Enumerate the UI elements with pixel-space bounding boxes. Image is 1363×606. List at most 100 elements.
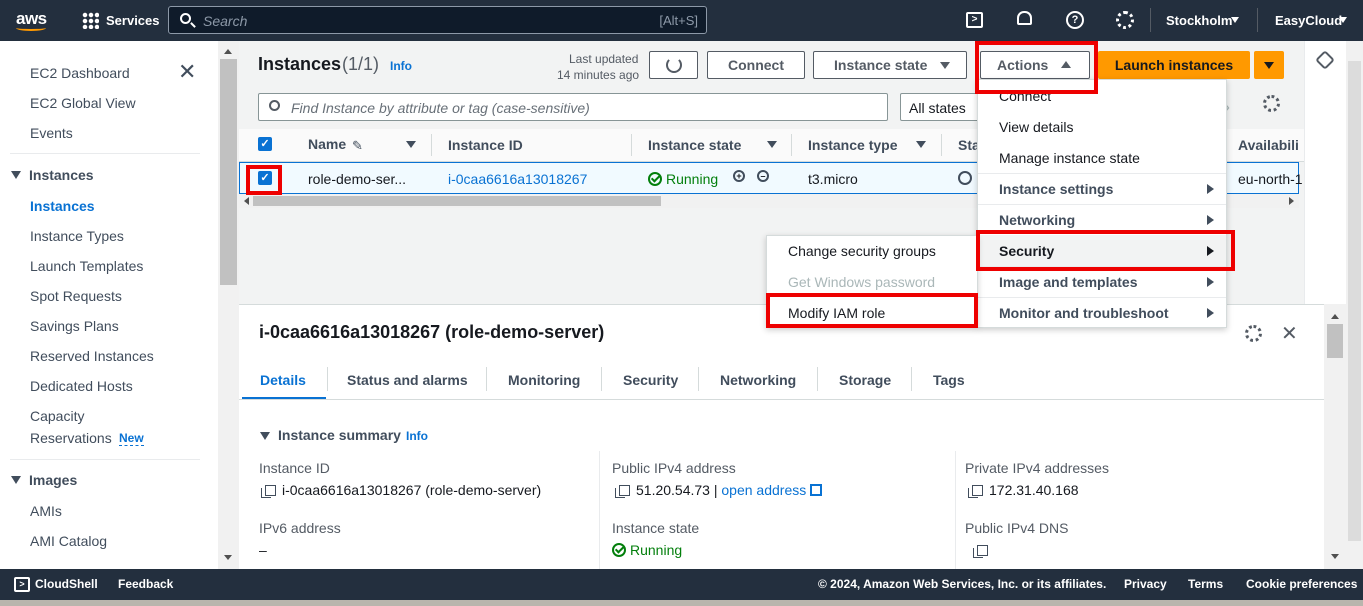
- copy-icon[interactable]: [968, 485, 983, 498]
- sidebar-item-instances[interactable]: Instances: [30, 198, 95, 214]
- panel-settings-icon[interactable]: [1315, 50, 1335, 70]
- sort-icon[interactable]: [916, 141, 926, 148]
- clock-icon: [958, 171, 972, 185]
- details-scrollbar[interactable]: [1324, 304, 1346, 569]
- preferences-gear-icon[interactable]: [1263, 95, 1280, 112]
- hscroll-thumb[interactable]: [253, 196, 661, 206]
- sidebar-section-instances[interactable]: Instances: [29, 167, 94, 183]
- terms-link[interactable]: Terms: [1188, 577, 1223, 591]
- scroll-down-icon[interactable]: [224, 555, 232, 560]
- scroll-right-icon[interactable]: [1289, 197, 1294, 205]
- menu-item-view-details[interactable]: View details: [999, 119, 1073, 135]
- column-instance-type[interactable]: Instance type: [808, 137, 897, 153]
- copy-icon[interactable]: [973, 545, 988, 558]
- cloudshell-icon[interactable]: >: [14, 577, 30, 592]
- details-scroll-thumb[interactable]: [1327, 324, 1343, 358]
- scroll-left-icon[interactable]: [244, 197, 249, 205]
- column-availability[interactable]: Availabili: [1238, 137, 1299, 153]
- caret-down-icon: [940, 62, 950, 69]
- tab-monitoring[interactable]: Monitoring: [508, 372, 580, 388]
- caret-down-icon[interactable]: [11, 171, 21, 179]
- filter-input[interactable]: Find Instance by attribute or tag (case-…: [258, 93, 888, 121]
- select-all-checkbox[interactable]: ✓: [258, 137, 272, 151]
- help-icon[interactable]: ?: [1066, 11, 1084, 29]
- account-menu[interactable]: EasyCloud: [1275, 13, 1342, 28]
- sidebar-item-spot-requests[interactable]: Spot Requests: [30, 288, 122, 304]
- sidebar-item-events[interactable]: Events: [30, 125, 73, 141]
- column-instance-state[interactable]: Instance state: [648, 137, 741, 153]
- services-menu[interactable]: Services: [106, 13, 160, 28]
- gear-icon[interactable]: [1116, 11, 1134, 29]
- sidebar-item-reservations[interactable]: Reservations: [30, 430, 112, 446]
- open-address-link[interactable]: open address: [721, 482, 806, 498]
- copy-icon[interactable]: [261, 485, 276, 498]
- sidebar-scroll-thumb[interactable]: [220, 59, 237, 285]
- sort-icon[interactable]: [406, 141, 416, 148]
- launch-instances-button[interactable]: Launch instances: [1098, 51, 1250, 79]
- cloudshell-link[interactable]: CloudShell: [35, 577, 98, 591]
- zoom-in-icon[interactable]: +: [733, 170, 745, 182]
- scroll-up-icon[interactable]: [224, 49, 232, 54]
- account-chevron-icon: [1339, 17, 1347, 23]
- states-filter-select[interactable]: All states: [900, 93, 980, 121]
- row-instance-id[interactable]: i-0caa6616a13018267: [448, 171, 587, 187]
- menu-item-image-templates[interactable]: Image and templates: [999, 274, 1138, 290]
- sidebar-item-ec2-dashboard[interactable]: EC2 Dashboard: [30, 65, 130, 81]
- column-instance-id[interactable]: Instance ID: [448, 137, 523, 153]
- sidebar-item-savings-plans[interactable]: Savings Plans: [30, 318, 119, 334]
- sidebar-item-dedicated-hosts[interactable]: Dedicated Hosts: [30, 378, 133, 394]
- instance-id-value[interactable]: i-0caa6616a13018267 (role-demo-server): [261, 482, 541, 498]
- feedback-link[interactable]: Feedback: [118, 577, 173, 591]
- caret-down-icon[interactable]: [260, 432, 270, 440]
- menu-item-instance-settings[interactable]: Instance settings: [999, 181, 1113, 197]
- grid-icon[interactable]: [82, 12, 99, 29]
- refresh-button[interactable]: [649, 51, 698, 79]
- instance-summary-heading[interactable]: Instance summary: [278, 427, 401, 443]
- tab-status-alarms[interactable]: Status and alarms: [347, 372, 468, 388]
- external-link-icon[interactable]: [810, 484, 823, 496]
- menu-item-monitor-troubleshoot[interactable]: Monitor and troubleshoot: [999, 305, 1169, 321]
- sidebar-item-instance-types[interactable]: Instance Types: [30, 228, 124, 244]
- sidebar-section-images[interactable]: Images: [29, 472, 77, 488]
- instance-state-button[interactable]: Instance state: [813, 51, 967, 79]
- connect-button[interactable]: Connect: [707, 51, 805, 79]
- page-scrollbar[interactable]: [1346, 41, 1363, 569]
- tab-details[interactable]: Details: [260, 372, 306, 388]
- tabs-bottom-border: [239, 399, 1324, 400]
- launch-dropdown-button[interactable]: [1254, 51, 1284, 79]
- region-selector[interactable]: Stockholm: [1166, 13, 1232, 28]
- sidebar-item-ec2-global-view[interactable]: EC2 Global View: [30, 95, 136, 111]
- menu-item-networking[interactable]: Networking: [999, 212, 1075, 228]
- column-name[interactable]: Name: [308, 136, 346, 152]
- close-icon[interactable]: ✕: [1281, 321, 1298, 346]
- info-link[interactable]: Info: [390, 59, 412, 73]
- sidebar-item-amis[interactable]: AMIs: [30, 503, 62, 519]
- sidebar-item-reserved-instances[interactable]: Reserved Instances: [30, 348, 154, 364]
- page-scroll-thumb[interactable]: [1348, 61, 1361, 541]
- caret-down-icon[interactable]: [11, 476, 21, 484]
- menu-item-manage-instance-state[interactable]: Manage instance state: [999, 150, 1140, 166]
- scroll-down-icon[interactable]: [1331, 554, 1339, 559]
- tab-security[interactable]: Security: [623, 372, 678, 388]
- search-input[interactable]: Search [Alt+S]: [168, 6, 707, 34]
- menu-item-change-security-groups[interactable]: Change security groups: [788, 243, 936, 259]
- sidebar-scrollbar[interactable]: [218, 41, 239, 569]
- privacy-link[interactable]: Privacy: [1124, 577, 1167, 591]
- bell-icon[interactable]: [1017, 11, 1032, 25]
- scroll-up-icon[interactable]: [1331, 314, 1339, 319]
- details-settings-icon[interactable]: [1245, 325, 1262, 342]
- sidebar-item-ami-catalog[interactable]: AMI Catalog: [30, 533, 107, 549]
- sort-icon[interactable]: [767, 141, 777, 148]
- tab-tags[interactable]: Tags: [933, 372, 965, 388]
- cloudshell-icon[interactable]: >: [966, 12, 983, 28]
- column-divider: [631, 134, 632, 156]
- copy-icon[interactable]: [615, 485, 630, 498]
- sidebar-item-capacity[interactable]: Capacity: [30, 408, 84, 424]
- cookie-preferences-link[interactable]: Cookie preferences: [1246, 577, 1357, 591]
- sidebar-item-launch-templates[interactable]: Launch Templates: [30, 258, 143, 274]
- tab-storage[interactable]: Storage: [839, 372, 891, 388]
- tab-networking[interactable]: Networking: [720, 372, 796, 388]
- zoom-out-icon[interactable]: –: [757, 170, 769, 182]
- summary-info-link[interactable]: Info: [406, 429, 428, 443]
- close-sidebar-icon[interactable]: ✕: [178, 61, 196, 83]
